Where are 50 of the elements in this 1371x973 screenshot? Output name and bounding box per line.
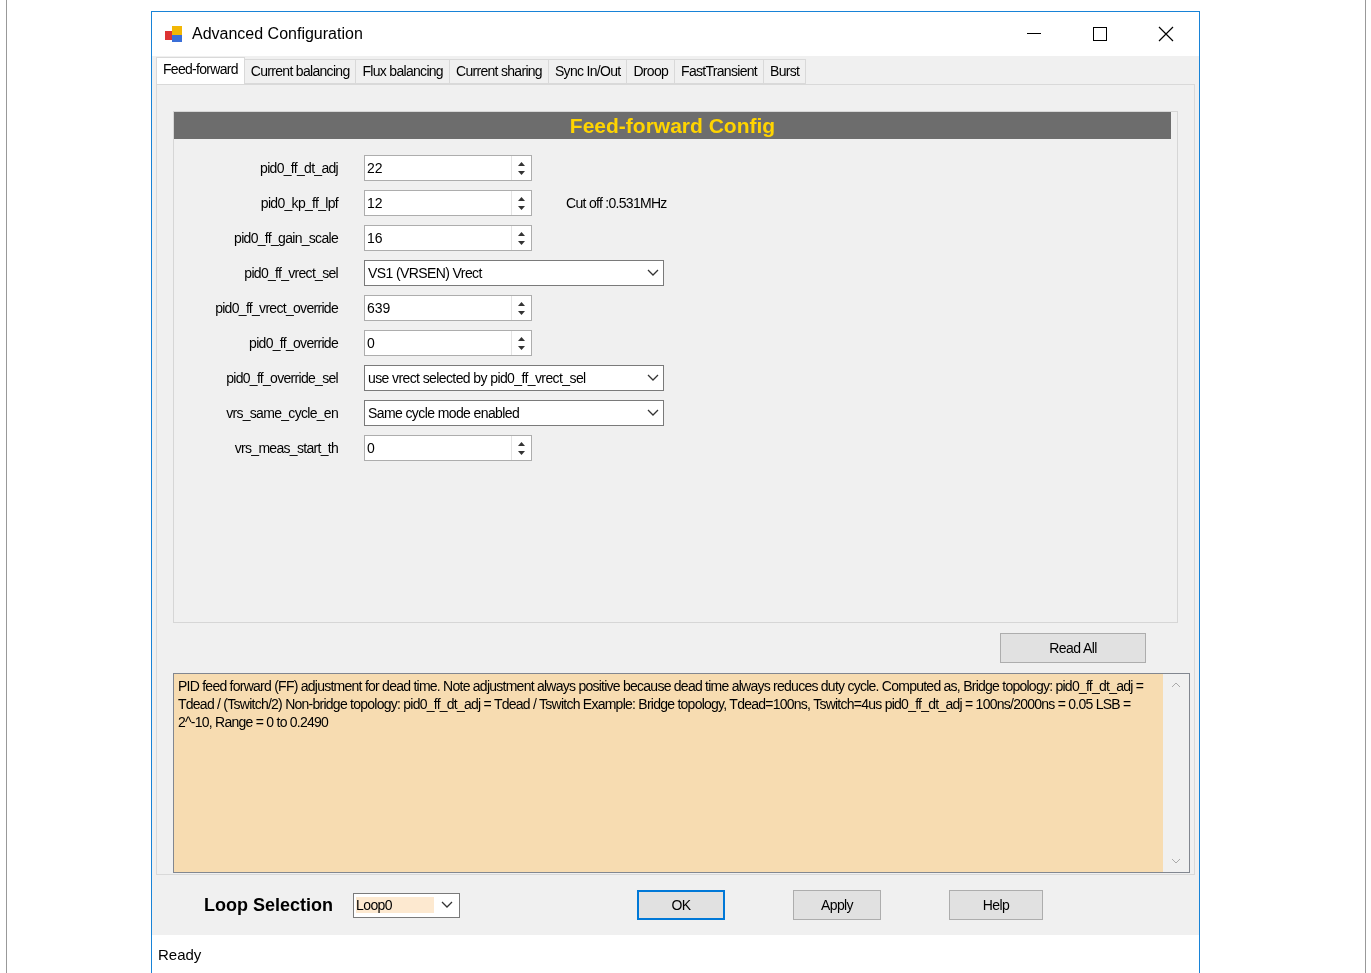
tab[interactable]: Flux balancing bbox=[355, 59, 450, 84]
close-icon bbox=[1158, 26, 1174, 42]
app-icon bbox=[164, 25, 184, 43]
tab[interactable]: Feed-forward bbox=[156, 57, 245, 84]
field-label: vrs_same_cycle_en bbox=[225, 405, 338, 421]
scrollbar[interactable] bbox=[1163, 674, 1189, 872]
field-label: pid0_ff_vrect_sel bbox=[243, 265, 338, 281]
maximize-icon bbox=[1093, 27, 1107, 41]
minimize-icon bbox=[1027, 33, 1041, 35]
tab[interactable]: Current sharing bbox=[448, 59, 549, 84]
spinner-field[interactable]: 639 bbox=[364, 295, 532, 321]
field-label: pid0_ff_gain_scale bbox=[233, 230, 338, 246]
scroll-down-icon bbox=[1171, 858, 1181, 864]
field-label: pid0_ff_vrect_override bbox=[214, 300, 338, 316]
spin-arrows-icon bbox=[517, 230, 526, 246]
group-title: Feed-forward Config bbox=[174, 112, 1171, 139]
dropdown[interactable]: Same cycle mode enabled bbox=[364, 400, 664, 426]
spin-arrows-icon bbox=[517, 440, 526, 456]
read-all-button[interactable]: Read All bbox=[1000, 633, 1146, 663]
spin-arrows-icon bbox=[517, 160, 526, 176]
tab[interactable]: Burst bbox=[763, 59, 807, 84]
description-text: PID feed forward (FF) adjustment for dead time. Note adjustment always positive because dead time always reduces duty cycle. Computed as, Bridge topology: pid0_ff_dt_adj = Tdead / (Tswitch/2) Non-bridge topology: pid0_ff_dt_adj = Tdead / Tswitch Example: Bridge topology, Tdead=100ns, Tswitch=4us pid0_ff_dt_adj = 100ns/2000ns = 0.05 LSB = 2^-10, Range = 0 to 0.2490 bbox=[177, 677, 1145, 732]
spin-arrows-icon bbox=[517, 300, 526, 316]
dialog-button[interactable]: Apply bbox=[793, 890, 881, 920]
field-label: pid0_ff_override bbox=[248, 335, 338, 351]
tab[interactable]: FastTransient bbox=[674, 59, 765, 84]
spinner-field[interactable]: 0 bbox=[364, 330, 532, 356]
field-label: pid0_ff_override_sel bbox=[225, 370, 338, 386]
status-text: Ready bbox=[158, 945, 202, 963]
loop-dropdown[interactable]: Loop0 bbox=[353, 892, 460, 918]
window-title: Advanced Configuration bbox=[192, 25, 364, 43]
dropdown[interactable]: use vrect selected by pid0_ff_vrect_sel bbox=[364, 365, 664, 391]
dialog-button[interactable]: OK bbox=[637, 890, 725, 920]
dropdown[interactable]: VS1 (VRSEN) Vrect bbox=[364, 260, 664, 286]
spinner-field[interactable]: 12 bbox=[364, 190, 532, 216]
spinner-field[interactable]: 22 bbox=[364, 155, 532, 181]
spinner-field[interactable]: 0 bbox=[364, 435, 532, 461]
spin-arrows-icon bbox=[517, 335, 526, 351]
spinner-field[interactable]: 16 bbox=[364, 225, 532, 251]
scroll-up-icon bbox=[1171, 682, 1181, 688]
field-label: vrs_meas_start_th bbox=[233, 440, 338, 456]
field-label: pid0_kp_ff_lpf bbox=[259, 195, 338, 211]
tab[interactable]: Current balancing bbox=[243, 59, 357, 84]
field-label: pid0_ff_dt_adj bbox=[259, 160, 338, 176]
spin-arrows-icon bbox=[517, 195, 526, 211]
tab[interactable]: Droop bbox=[626, 59, 676, 84]
cutoff-text: Cut off :0.531MHz bbox=[566, 195, 667, 211]
loop-selection-label: Loop Selection bbox=[204, 894, 333, 916]
dialog-button[interactable]: Help bbox=[949, 890, 1043, 920]
tab[interactable]: Sync In/Out bbox=[547, 59, 628, 84]
